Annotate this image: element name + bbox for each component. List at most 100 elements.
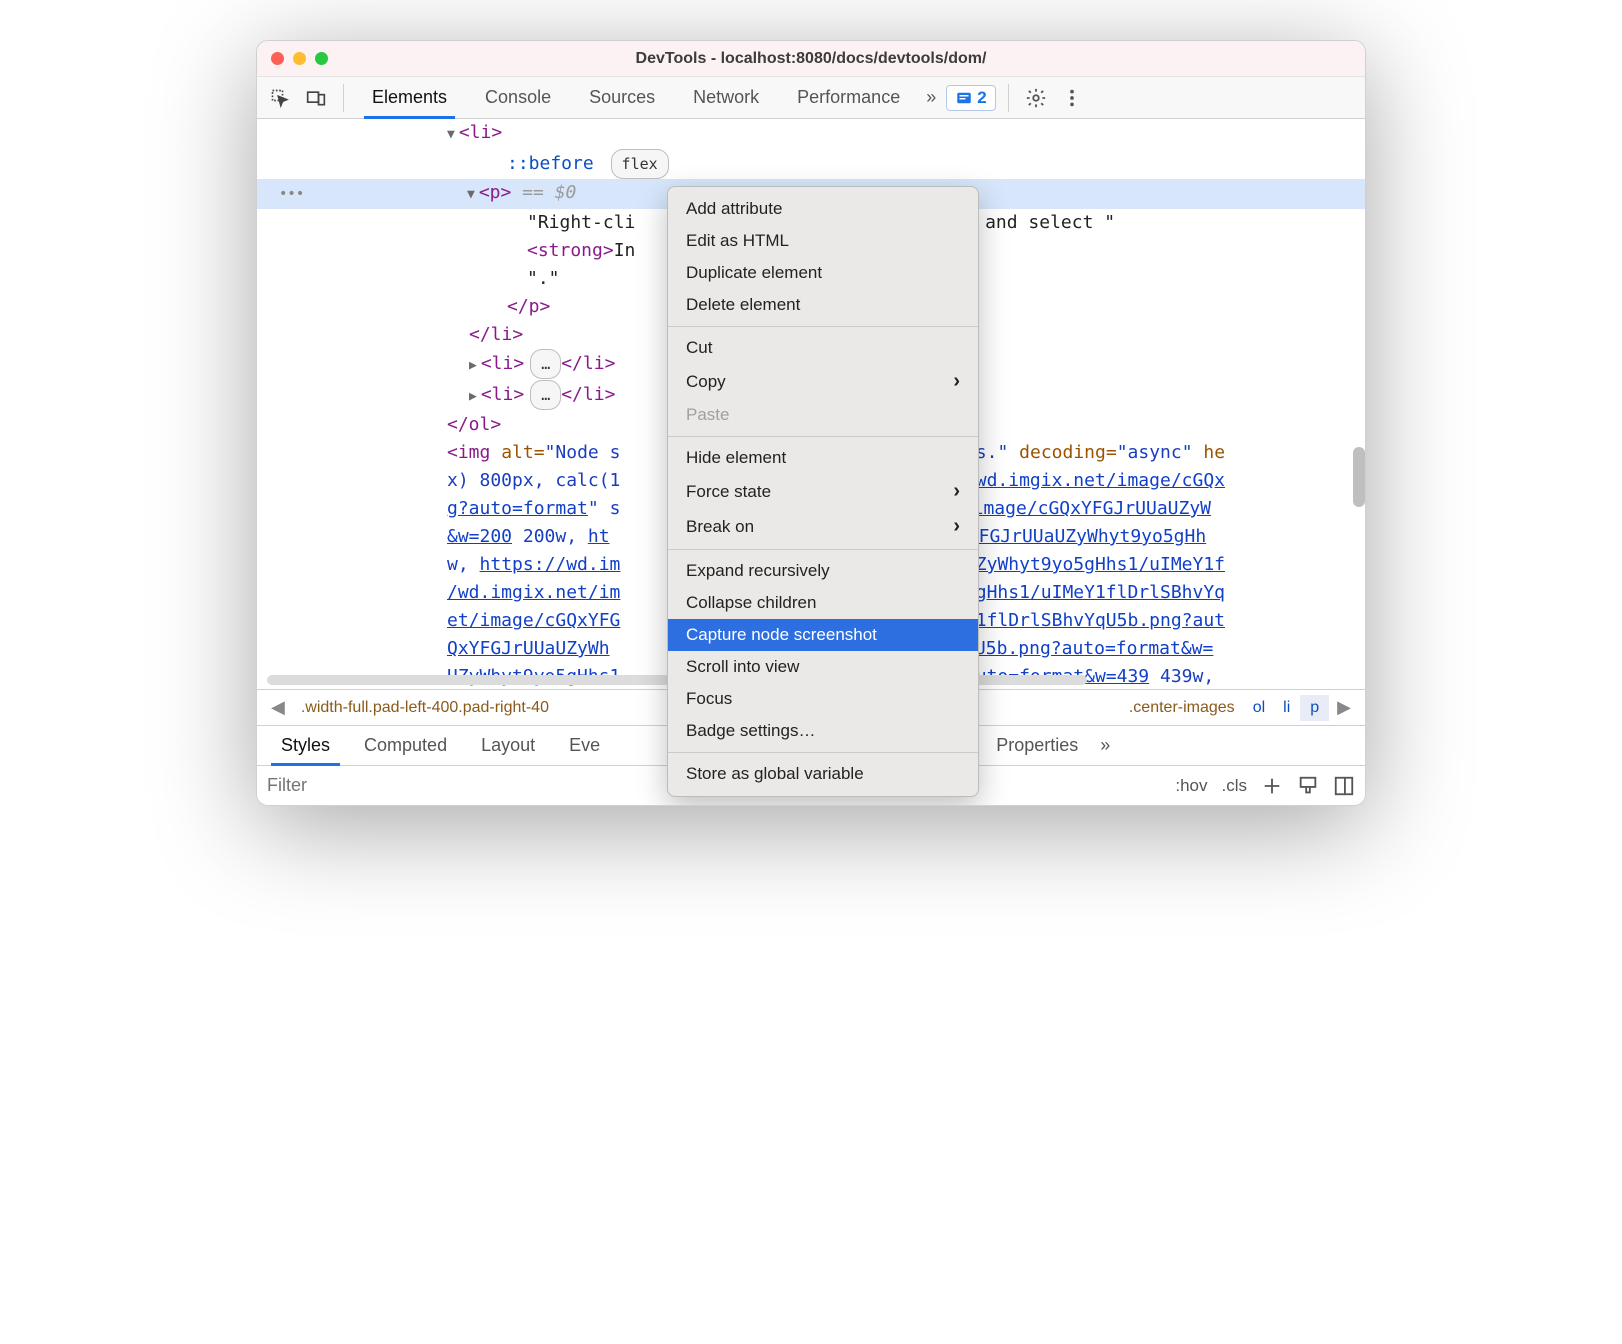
- context-menu-item[interactable]: Duplicate element: [668, 257, 978, 289]
- attr-value: 200w,: [512, 526, 588, 547]
- tab-styles[interactable]: Styles: [265, 726, 346, 765]
- dom-tag: <img: [447, 442, 490, 463]
- context-menu-item[interactable]: Copy›: [668, 364, 978, 399]
- url-link[interactable]: &w=200: [447, 526, 512, 547]
- breadcrumb-item[interactable]: li: [1275, 699, 1298, 717]
- context-menu-item[interactable]: Expand recursively: [668, 555, 978, 587]
- gear-icon[interactable]: [1021, 83, 1051, 113]
- breadcrumb-next-icon[interactable]: ▶: [1331, 697, 1357, 718]
- attr-value: 439w,: [1149, 666, 1214, 687]
- kebab-menu-icon[interactable]: [1057, 83, 1087, 113]
- new-style-rule-icon[interactable]: [1261, 775, 1283, 797]
- dom-tag: </li>: [561, 353, 615, 374]
- more-styles-tabs-icon[interactable]: »: [1096, 735, 1114, 756]
- url-link[interactable]: ht: [588, 526, 610, 547]
- context-menu-item[interactable]: Collapse children: [668, 587, 978, 619]
- tab-layout[interactable]: Layout: [465, 726, 551, 765]
- context-menu-item[interactable]: Store as global variable: [668, 758, 978, 790]
- tab-computed[interactable]: Computed: [348, 726, 463, 765]
- context-menu-item[interactable]: Force state›: [668, 474, 978, 509]
- more-tabs-icon[interactable]: »: [922, 87, 940, 108]
- dom-text: and select ": [985, 212, 1115, 233]
- url-link[interactable]: YqU5b.png?auto=format&w=: [953, 638, 1213, 659]
- url-link[interactable]: QxYFGJrUUaUZyWh: [447, 638, 610, 659]
- hov-toggle[interactable]: :hov: [1175, 776, 1207, 796]
- context-menu-item-label: Focus: [686, 689, 732, 709]
- device-toolbar-icon[interactable]: [301, 83, 331, 113]
- expand-toggle-icon[interactable]: ▼: [447, 121, 455, 149]
- context-menu-separator: [668, 326, 978, 327]
- breadcrumb-item-selected[interactable]: p: [1300, 695, 1329, 721]
- paint-brush-icon[interactable]: [1297, 775, 1319, 797]
- attr-value: " s: [588, 498, 621, 519]
- main-toolbar: Elements Console Sources Network Perform…: [257, 77, 1365, 119]
- dom-tag: <p>: [479, 182, 512, 203]
- url-link[interactable]: //wd.imgix.net/image/cGQx: [954, 470, 1225, 491]
- tab-console[interactable]: Console: [469, 77, 567, 118]
- vertical-scrollbar[interactable]: [1353, 447, 1365, 507]
- breadcrumb-item[interactable]: .width-full.pad-left-400.pad-right-40: [293, 699, 557, 717]
- context-menu-item[interactable]: Badge settings…: [668, 715, 978, 747]
- expand-toggle-icon[interactable]: ▼: [467, 181, 475, 209]
- inspect-element-icon[interactable]: [265, 83, 295, 113]
- context-menu-item: Paste: [668, 399, 978, 431]
- context-menu-item[interactable]: Hide element: [668, 442, 978, 474]
- breadcrumb-prev-icon[interactable]: ◀: [265, 697, 291, 718]
- context-menu-item[interactable]: Break on ›: [668, 509, 978, 544]
- expand-toggle-icon[interactable]: ▶: [469, 383, 477, 411]
- dom-tag: </li>: [561, 384, 615, 405]
- url-link[interactable]: https://wd.im: [480, 554, 621, 575]
- chevron-right-icon: ›: [953, 515, 960, 538]
- minimize-window-icon[interactable]: [293, 52, 306, 65]
- titlebar: DevTools - localhost:8080/docs/devtools/…: [257, 41, 1365, 77]
- zoom-window-icon[interactable]: [315, 52, 328, 65]
- computed-panel-icon[interactable]: [1333, 775, 1355, 797]
- breadcrumb-item[interactable]: .center-images: [1121, 699, 1243, 717]
- ellipsis-badge[interactable]: …: [530, 349, 561, 379]
- context-menu-item-label: Capture node screenshot: [686, 625, 877, 645]
- dom-text: ".": [527, 268, 560, 289]
- attr-name: decoding: [1019, 442, 1106, 463]
- context-menu-item[interactable]: Delete element: [668, 289, 978, 321]
- tab-properties[interactable]: Properties: [980, 726, 1094, 765]
- gutter-menu-icon[interactable]: •••: [267, 180, 317, 208]
- url-link[interactable]: g?auto=format: [447, 498, 588, 519]
- cls-toggle[interactable]: .cls: [1222, 776, 1248, 796]
- context-menu-separator: [668, 549, 978, 550]
- attr-value: "async": [1117, 442, 1193, 463]
- devtools-window: DevTools - localhost:8080/docs/devtools/…: [256, 40, 1366, 806]
- dom-tag: <strong>: [527, 240, 614, 261]
- context-menu-item-label: Add attribute: [686, 199, 782, 219]
- ellipsis-badge[interactable]: …: [530, 380, 561, 410]
- breadcrumb-item[interactable]: ol: [1245, 699, 1273, 717]
- issues-count: 2: [977, 88, 986, 108]
- context-menu-item[interactable]: Edit as HTML: [668, 225, 978, 257]
- tab-network[interactable]: Network: [677, 77, 775, 118]
- tab-event-listeners[interactable]: Eve: [553, 726, 616, 765]
- context-menu-item[interactable]: Focus: [668, 683, 978, 715]
- context-menu-item[interactable]: Cut: [668, 332, 978, 364]
- url-link[interactable]: p5gHhs1/uIMeY1flDrlSBhvYq: [954, 582, 1225, 603]
- context-menu-item[interactable]: Scroll into view: [668, 651, 978, 683]
- tab-elements[interactable]: Elements: [356, 77, 463, 118]
- context-menu-separator: [668, 752, 978, 753]
- url-link[interactable]: et/image/cGQxYFG: [447, 610, 620, 631]
- close-window-icon[interactable]: [271, 52, 284, 65]
- flex-badge[interactable]: flex: [611, 149, 669, 179]
- attr-name: he: [1203, 442, 1225, 463]
- tab-performance[interactable]: Performance: [781, 77, 916, 118]
- url-link[interactable]: eY1flDrlSBhvYqU5b.png?aut: [954, 610, 1225, 631]
- attr-name: alt: [501, 442, 534, 463]
- context-menu-item[interactable]: Add attribute: [668, 193, 978, 225]
- window-title: DevTools - localhost:8080/docs/devtools/…: [257, 50, 1365, 68]
- expand-toggle-icon[interactable]: ▶: [469, 352, 477, 380]
- context-menu-item-label: Break on: [686, 517, 754, 537]
- context-menu-item[interactable]: Capture node screenshot: [668, 619, 978, 651]
- url-link[interactable]: /wd.imgix.net/im: [447, 582, 620, 603]
- url-link[interactable]: aUZyWhyt9yo5gHhs1/uIMeY1f: [954, 554, 1225, 575]
- url-link[interactable]: et/image/cGQxYFGJrUUaUZyW: [940, 498, 1211, 519]
- issues-badge[interactable]: 2: [946, 85, 995, 111]
- tab-sources[interactable]: Sources: [573, 77, 671, 118]
- context-menu-item-label: Collapse children: [686, 593, 816, 613]
- context-menu-item-label: Scroll into view: [686, 657, 799, 677]
